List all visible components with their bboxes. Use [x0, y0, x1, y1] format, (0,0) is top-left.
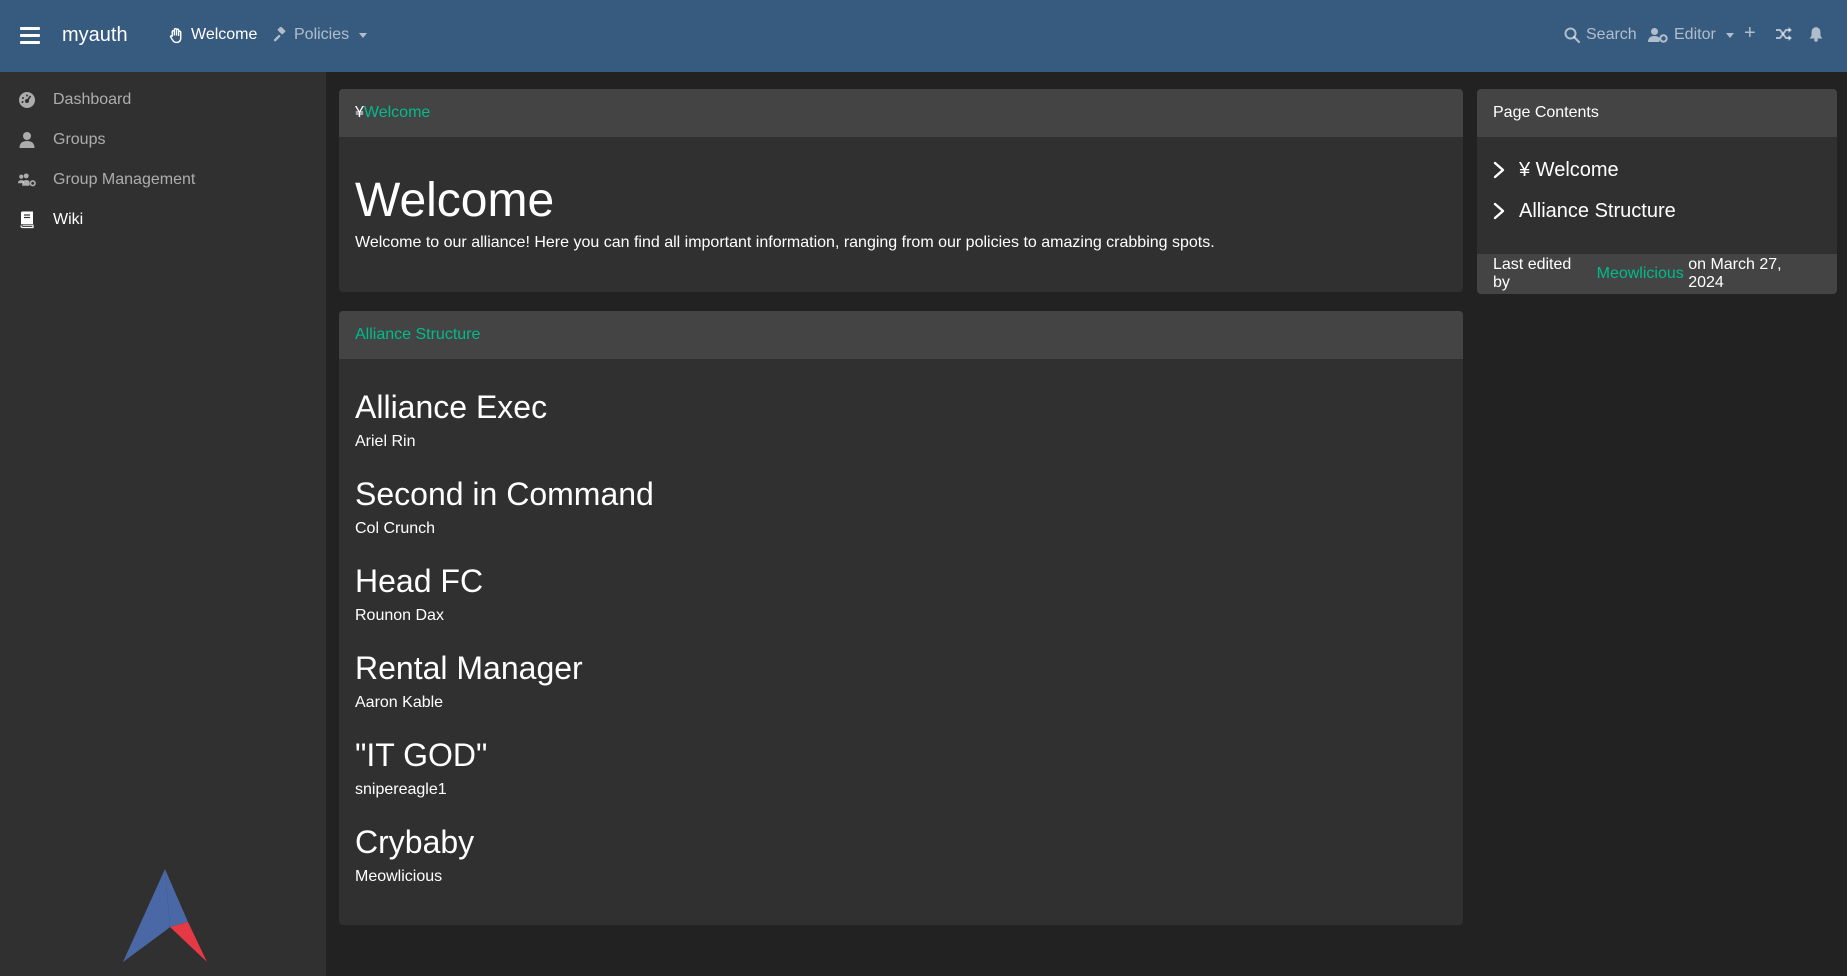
search-icon — [1564, 27, 1580, 43]
plus-icon: + — [1744, 22, 1756, 44]
add-page-button[interactable]: + — [1744, 22, 1756, 45]
role-item: Crybaby Meowlicious — [355, 822, 1447, 887]
alliance-logo — [123, 869, 207, 962]
book-icon — [18, 211, 36, 229]
role-item: Second in Command Col Crunch — [355, 474, 1447, 539]
toc-item-label: Alliance Structure — [1519, 199, 1676, 222]
user-gear-icon — [1648, 28, 1668, 43]
alliance-structure-anchor-link[interactable]: Alliance Structure — [355, 326, 480, 344]
alliance-structure-card: Alliance Structure Alliance Exec Ariel R… — [339, 311, 1463, 925]
sidebar-item-label: Groups — [53, 131, 106, 148]
brand-link[interactable]: myauth — [62, 24, 128, 47]
gavel-icon — [273, 27, 286, 42]
editor-dropdown[interactable]: Editor — [1648, 26, 1734, 44]
search-button[interactable]: Search — [1564, 26, 1637, 44]
role-title: Rental Manager — [355, 650, 583, 686]
roles-list: Alliance Exec Ariel Rin Second in Comman… — [339, 359, 1463, 925]
menu-toggle-icon[interactable] — [20, 27, 40, 45]
last-editor-link[interactable]: Meowlicious — [1597, 265, 1684, 283]
role-title: "IT GOD" — [355, 737, 488, 773]
welcome-card: ¥ Welcome Welcome Welcome to our allianc… — [339, 89, 1463, 292]
welcome-text: Welcome to our alliance! Here you can fi… — [355, 234, 1215, 252]
role-holder: Rounon Dax — [355, 607, 444, 624]
page-contents-card: Page Contents ¥ Welcome Alliance Structu… — [1477, 89, 1837, 294]
nav-policies-label: Policies — [294, 26, 350, 43]
role-item: Head FC Rounon Dax — [355, 561, 1447, 626]
last-edited-date: on March 27, 2024 — [1688, 256, 1782, 291]
bell-icon — [1809, 27, 1823, 42]
sidebar-item-label: Group Management — [53, 171, 196, 188]
chevron-down-icon — [359, 32, 368, 38]
last-edited-footer: Last edited by Meowlicious on March 27, … — [1477, 254, 1837, 294]
role-holder: Ariel Rin — [355, 433, 416, 450]
sidebar: Dashboard Groups Group Management Wiki — [0, 72, 326, 976]
role-item: Rental Manager Aaron Kable — [355, 648, 1447, 713]
editor-label: Editor — [1674, 26, 1716, 43]
user-icon — [18, 131, 36, 149]
chevron-down-icon — [1725, 32, 1734, 38]
role-title: Crybaby — [355, 824, 475, 860]
role-item: Alliance Exec Ariel Rin — [355, 387, 1447, 452]
search-label: Search — [1586, 26, 1637, 43]
page-contents-header: Page Contents — [1477, 89, 1837, 137]
alliance-structure-header: Alliance Structure — [339, 311, 1463, 359]
last-edited-prefix: Last edited by — [1493, 256, 1572, 291]
toc-list: ¥ Welcome Alliance Structure — [1477, 137, 1837, 224]
sidebar-item-groups[interactable]: Groups — [18, 128, 105, 152]
sidebar-item-label: Wiki — [53, 211, 84, 228]
sidebar-item-dashboard[interactable]: Dashboard — [18, 88, 131, 112]
chevron-right-icon — [1493, 161, 1513, 179]
toc-item-label: ¥ Welcome — [1519, 158, 1619, 181]
hand-icon — [169, 27, 182, 43]
welcome-anchor-link[interactable]: Welcome — [364, 104, 430, 122]
role-holder: Col Crunch — [355, 520, 436, 537]
role-item: "IT GOD" snipereagle1 — [355, 735, 1447, 800]
notifications-button[interactable] — [1808, 26, 1824, 42]
toc-item-welcome[interactable]: ¥ Welcome — [1493, 157, 1821, 183]
nav-welcome-label: Welcome — [191, 26, 258, 43]
chevron-right-icon — [1493, 202, 1513, 220]
role-holder: Aaron Kable — [355, 694, 444, 711]
welcome-card-body: Welcome Welcome to our alliance! Here yo… — [339, 137, 1463, 268]
random-page-button[interactable] — [1775, 26, 1793, 42]
users-gear-icon — [18, 171, 36, 189]
role-title: Second in Command — [355, 476, 654, 512]
sidebar-item-wiki[interactable]: Wiki — [18, 208, 83, 232]
role-title: Alliance Exec — [355, 389, 548, 425]
top-navbar: myauth Welcome Policies Search Editor + — [0, 0, 1847, 72]
welcome-heading: Welcome — [355, 174, 555, 227]
sidebar-item-group-management[interactable]: Group Management — [18, 168, 195, 192]
sidebar-item-label: Dashboard — [53, 91, 132, 108]
nav-policies-dropdown[interactable]: Policies — [272, 26, 368, 44]
role-holder: snipereagle1 — [355, 781, 447, 798]
role-holder: Meowlicious — [355, 868, 443, 885]
role-title: Head FC — [355, 563, 484, 599]
welcome-card-header: ¥ Welcome — [339, 89, 1463, 137]
nav-welcome[interactable]: Welcome — [168, 26, 257, 44]
dashboard-icon — [18, 91, 36, 109]
toc-item-alliance-structure[interactable]: Alliance Structure — [1493, 198, 1821, 224]
yen-icon: ¥ — [355, 104, 364, 121]
shuffle-icon — [1776, 27, 1792, 41]
